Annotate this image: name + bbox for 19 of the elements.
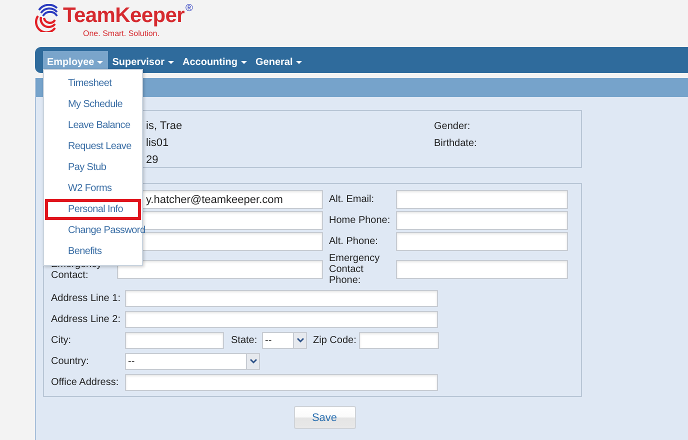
info-value: is, Trae [146,119,184,134]
field-label: Birthdate: [434,137,477,151]
field-label: City: [51,335,72,346]
field-label: Address Line 2: [51,314,122,325]
field-label: Country: [51,356,90,367]
field-label: Gender: [434,120,472,134]
field-label: Office Address: [51,377,120,388]
field-label: Alt. Email: [328,194,376,205]
field-label: Alt. Phone: [328,236,379,247]
field-label: Home Phone: [328,215,392,226]
info-value: lis01 [146,136,170,151]
brand-name: TeamKeeper [63,3,185,29]
field-label: Emergency Contact Phone: [328,253,381,286]
field-label: Zip Code: [313,335,358,346]
registered-mark: ® [186,3,193,15]
field-label: Address Line 1: [51,293,122,304]
field-label: State: [231,335,258,346]
tagline: One. Smart. Solution. [83,29,160,38]
info-value: 29 [146,153,160,168]
